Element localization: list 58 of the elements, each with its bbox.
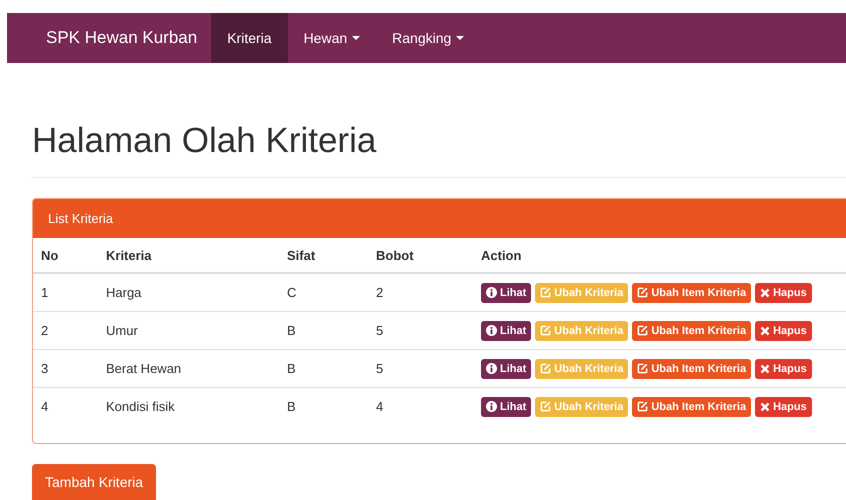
- nav-item[interactable]: Hewan: [288, 13, 376, 63]
- table-cell: 5: [368, 350, 473, 388]
- page-title: Halaman Olah Kriteria: [32, 121, 846, 178]
- view-button[interactable]: Lihat: [481, 396, 532, 416]
- table-cell: Harga: [98, 273, 279, 312]
- add-button[interactable]: Tambah Kriteria: [32, 464, 156, 500]
- view-button[interactable]: Lihat: [481, 358, 532, 378]
- delete-button[interactable]: Hapus: [755, 396, 812, 416]
- edit-button[interactable]: Ubah Item Kriteria: [632, 320, 752, 340]
- nav-item[interactable]: Kriteria: [211, 13, 288, 63]
- edit-icon: [540, 363, 552, 374]
- table-cell: 4: [368, 388, 473, 425]
- info-icon: [486, 287, 497, 298]
- table-cell: Kondisi fisik: [98, 388, 279, 425]
- delete-button[interactable]: Hapus: [755, 282, 812, 302]
- column-header: Action: [473, 238, 846, 273]
- close-icon: [760, 326, 770, 336]
- close-icon: [760, 288, 770, 298]
- column-header: Kriteria: [98, 238, 279, 273]
- table-cell: Berat Hewan: [98, 350, 279, 388]
- edit-icon: [637, 401, 648, 412]
- edit-icon: [637, 325, 648, 336]
- table-cell: 4: [33, 388, 98, 425]
- info-icon: [486, 401, 497, 412]
- edit-icon: [540, 401, 552, 412]
- table-cell: 5: [368, 312, 473, 350]
- table-cell: B: [279, 388, 368, 425]
- edit-button[interactable]: Ubah Item Kriteria: [632, 358, 752, 378]
- nav-item[interactable]: Rangking: [376, 13, 480, 63]
- caret-icon: [456, 36, 464, 40]
- table-cell: 1: [33, 273, 98, 312]
- delete-button[interactable]: Hapus: [755, 320, 812, 340]
- delete-button[interactable]: Hapus: [755, 358, 812, 378]
- column-header: Bobot: [368, 238, 473, 273]
- info-icon: [486, 363, 497, 374]
- edit-icon: [540, 287, 552, 298]
- table-cell: 2: [368, 273, 473, 312]
- caret-icon: [352, 36, 360, 40]
- close-icon: [760, 364, 770, 374]
- column-header: Sifat: [279, 238, 368, 273]
- table-cell: B: [279, 312, 368, 350]
- edit-button[interactable]: Ubah Item Kriteria: [632, 282, 752, 302]
- table-cell: B: [279, 350, 368, 388]
- view-button[interactable]: Lihat: [481, 282, 532, 302]
- table-cell: Umur: [98, 312, 279, 350]
- close-icon: [760, 402, 770, 412]
- info-icon: [486, 325, 497, 336]
- panel-heading: List Kriteria: [33, 199, 846, 238]
- view-button[interactable]: Lihat: [481, 320, 532, 340]
- table-cell: 3: [33, 350, 98, 388]
- table-cell: 2: [33, 312, 98, 350]
- edit-icon: [637, 363, 648, 374]
- column-header: No: [33, 238, 98, 273]
- edit-icon: [637, 287, 648, 298]
- table-cell: C: [279, 273, 368, 312]
- edit-button[interactable]: Ubah Item Kriteria: [632, 396, 752, 416]
- brand-title[interactable]: SPK Hewan Kurban: [7, 13, 212, 63]
- edit-icon: [540, 325, 552, 336]
